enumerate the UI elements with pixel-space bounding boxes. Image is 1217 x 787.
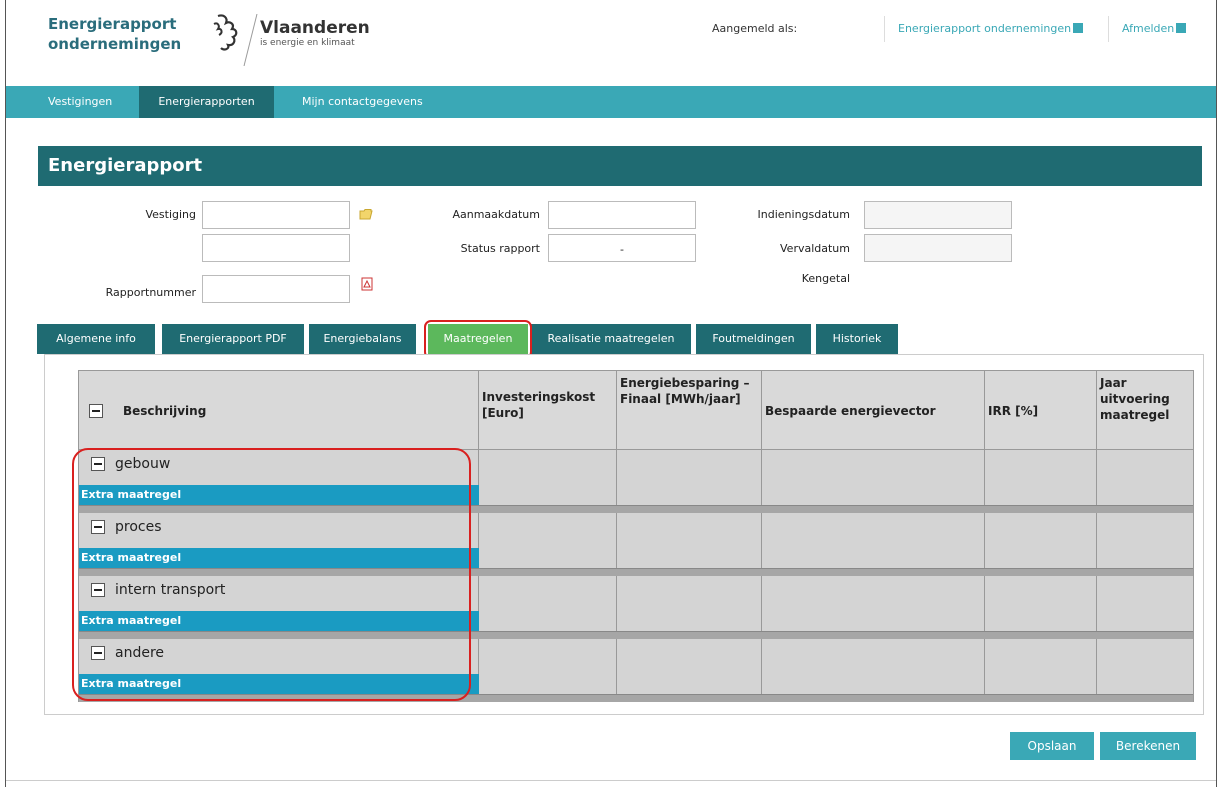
aanmaakdatum-field[interactable] [548,201,696,229]
tab-historiek[interactable]: Historiek [816,324,898,354]
col-beschrijving: Beschrijving [79,371,479,451]
indieningsdatum-label: Indieningsdatum [757,208,850,221]
status-field[interactable]: - [548,234,696,262]
footer-line [6,780,1216,781]
logo-title: Vlaanderen [260,18,370,38]
rows-highlight [72,448,471,701]
status-label: Status rapport [460,242,540,255]
col-irr: IRR [%] [985,371,1097,451]
page-title: Energierapport [38,146,1202,186]
vlaanderen-logo: Vlaanderen is energie en klimaat [260,18,370,49]
logged-in-label: Aangemeld als: [712,22,798,35]
group-cell [479,513,617,568]
logout-link-label: Afmelden [1122,22,1175,35]
vestiging-label: Vestiging [145,208,196,221]
group-cell [985,450,1097,505]
app-title[interactable]: Energierapport ondernemingen [48,14,198,54]
main-nav: Vestigingen Energierapporten Mijn contac… [6,86,1216,118]
group-cell [762,450,985,505]
energierapport-link[interactable]: Energierapport ondernemingen [898,22,1084,35]
vervaldatum-field [864,234,1012,262]
tab-realisatie-maatregelen[interactable]: Realisatie maatregelen [531,324,691,354]
collapse-all-icon[interactable] [89,404,103,418]
tab-foutmeldingen[interactable]: Foutmeldingen [696,324,811,354]
logo-separator [243,14,258,66]
group-cell [617,639,762,694]
rapportnummer-label: Rapportnummer [105,286,196,299]
tab-energiebalans[interactable]: Energiebalans [309,324,416,354]
logout-icon [1176,23,1187,33]
calculate-button[interactable]: Berekenen [1100,732,1196,760]
aanmaakdatum-label: Aanmaakdatum [452,208,540,221]
table-header: Beschrijving Investeringskost [Euro] Ene… [78,370,1194,451]
save-button[interactable]: Opslaan [1010,732,1094,760]
col-jaar: Jaar uitvoering maatregel [1100,376,1170,422]
flanders-lion-icon [213,14,238,51]
tab-algemene-info[interactable]: Algemene info [37,324,155,354]
logo-subtitle: is energie en klimaat [260,38,355,48]
vervaldatum-label: Vervaldatum [780,242,850,255]
app-frame: Energierapport ondernemingen Vlaanderen … [5,0,1217,787]
header-divider [884,16,885,42]
col-investeringskost: Investeringskost [Euro] [479,371,617,451]
energierapport-link-label: Energierapport ondernemingen [898,22,1072,35]
col-energiebesparing: Energiebesparing – Finaal [MWh/jaar] [617,371,762,451]
app-title-line2: ondernemingen [48,35,182,53]
group-cell [985,639,1097,694]
group-cell [762,639,985,694]
group-cell [985,513,1097,568]
folder-icon[interactable] [359,208,373,220]
group-cell [479,639,617,694]
vestiging-field[interactable] [202,201,350,229]
group-cell [762,576,985,631]
group-cell [617,513,762,568]
nav-item-energierapporten[interactable]: Energierapporten [139,86,274,118]
external-window-icon [1073,23,1084,33]
group-cell [479,450,617,505]
group-cell [479,576,617,631]
top-header: Energierapport ondernemingen Vlaanderen … [6,0,1216,80]
tab-energierapport-pdf[interactable]: Energierapport PDF [162,324,304,354]
logout-link[interactable]: Afmelden [1122,22,1187,35]
nav-item-vestigingen[interactable]: Vestigingen [34,86,126,118]
kengetal-label: Kengetal [801,272,850,285]
app-title-line1: Energierapport [48,15,177,33]
col-beschrijving-label: Beschrijving [123,404,207,418]
group-cell [617,576,762,631]
nav-item-contactgegevens[interactable]: Mijn contactgegevens [288,86,437,118]
group-cell [762,513,985,568]
vestiging-address-field[interactable] [202,234,350,262]
col-vector: Bespaarde energievector [762,371,985,451]
rapportnummer-field[interactable] [202,275,350,303]
pdf-icon[interactable] [361,277,373,291]
group-cell [985,576,1097,631]
indieningsdatum-field [864,201,1012,229]
header-divider [1108,16,1109,42]
group-cell [617,450,762,505]
